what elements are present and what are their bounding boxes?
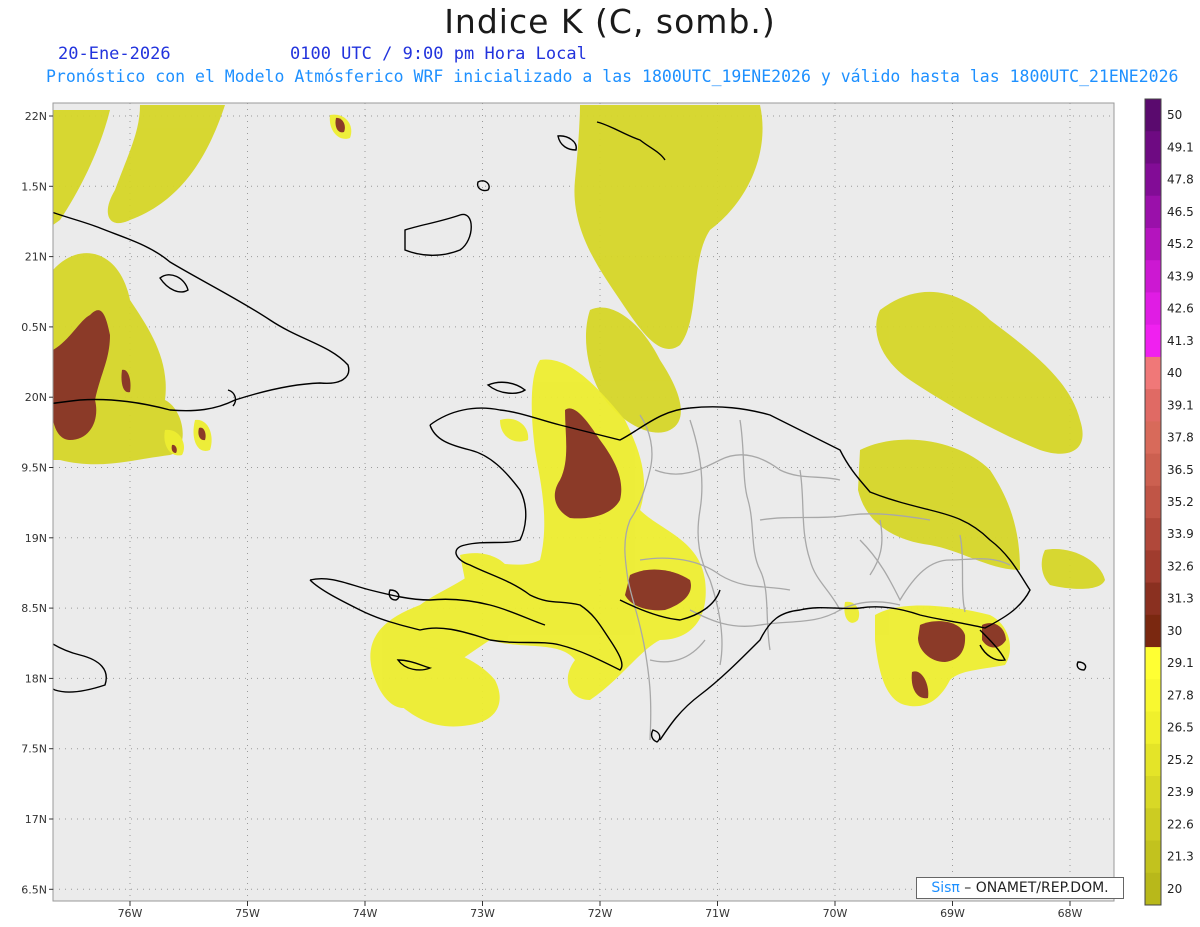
colorbar-label: 27.8 [1167,688,1194,702]
credit-sis: Sisπ [931,880,960,896]
colorbar-label: 23.9 [1167,785,1194,799]
colorbar-label: 49.1 [1167,140,1194,154]
lat-tick-label: 20N [25,391,47,404]
colorbar-label: 26.5 [1167,721,1194,735]
colorbar-label: 50 [1167,108,1182,122]
colorbar-label: 40 [1167,366,1182,380]
colorbar-swatch [1145,453,1161,487]
colorbar-swatch [1145,614,1161,648]
lon-tick-label: 75W [235,907,260,920]
lat-tick-label: 7.5N [21,743,47,756]
colorbar-swatch [1145,679,1161,713]
colorbar-label: 20 [1167,882,1182,896]
colorbar-label: 37.8 [1167,431,1194,445]
colorbar-label: 21.3 [1167,850,1194,864]
lon-tick-label: 76W [118,907,143,920]
colorbar-swatch [1145,131,1161,164]
lat-tick-label: 21N [25,251,47,264]
colorbar-swatch [1145,195,1161,229]
colorbar-label: 31.3 [1167,592,1194,606]
lat-tick-label: 9.5N [21,462,47,475]
lat-tick-label: 0.5N [21,321,47,334]
colorbar-label: 43.9 [1167,269,1194,283]
colorbar-swatch [1145,389,1161,422]
colorbar-swatch [1145,292,1161,326]
lon-tick-label: 70W [823,907,848,920]
colorbar-swatch [1145,872,1161,906]
lat-tick-label: 6.5N [21,883,47,896]
colorbar-swatch [1145,518,1161,551]
colorbar-swatch [1145,163,1161,197]
lat-tick-label: 17N [25,813,47,826]
colorbar-swatch [1145,808,1161,842]
colorbar-swatch [1145,711,1161,745]
colorbar-label: 39.1 [1167,398,1194,412]
lon-tick-label: 69W [940,907,965,920]
colorbar-label: 33.9 [1167,527,1194,541]
colorbar-label: 32.6 [1167,559,1194,573]
lat-tick-label: 19N [25,532,47,545]
lat-tick-label: 8.5N [21,602,47,615]
colorbar-swatch [1145,260,1161,293]
colorbar-swatch [1145,582,1161,616]
lon-tick-label: 71W [705,907,730,920]
colorbar-label: 25.2 [1167,753,1194,767]
colorbar-label: 47.8 [1167,173,1194,187]
colorbar-label: 35.2 [1167,495,1194,509]
colorbar-swatch [1145,776,1161,809]
colorbar-swatch [1145,356,1161,390]
credit-box: Sisπ – ONAMET/REP.DOM. [916,877,1124,899]
colorbar-label: 29.1 [1167,656,1194,670]
lon-tick-label: 73W [470,907,495,920]
colorbar-swatch [1145,743,1161,777]
colorbar-swatch [1145,324,1161,358]
colorbar-label: 22.6 [1167,817,1194,831]
colorbar-swatch [1145,421,1161,455]
colorbar: 50 49.1 47.8 46.5 45.2 43.9 42.6 41.3 40 39.1 37.8… [1144,98,1194,906]
colorbar-swatch [1145,485,1161,519]
lon-tick-label: 68W [1058,907,1083,920]
colorbar-swatch [1145,99,1161,132]
colorbar-label: 36.5 [1167,463,1194,477]
lat-tick-label: 1.5N [21,180,47,193]
map-figure: 76W 75W 74W 73W 72W 71W 70W 69W 68W 22N 1.5N 21N 0.5… [21,98,1194,920]
credit-org: – ONAMET/REP.DOM. [959,880,1109,896]
lon-tick-label: 72W [588,907,613,920]
colorbar-label: 41.3 [1167,334,1194,348]
colorbar-label: 46.5 [1167,205,1194,219]
lon-tick-label: 74W [353,907,378,920]
lat-tick-label: 18N [25,672,47,685]
colorbar-label: 42.6 [1167,302,1194,316]
colorbar-swatch [1145,647,1161,680]
colorbar-label: 30 [1167,624,1182,638]
colorbar-label: 45.2 [1167,237,1194,251]
lat-tick-label: 22N [25,110,47,123]
colorbar-swatch [1145,840,1161,874]
colorbar-swatch [1145,227,1161,261]
colorbar-swatch [1145,550,1161,584]
